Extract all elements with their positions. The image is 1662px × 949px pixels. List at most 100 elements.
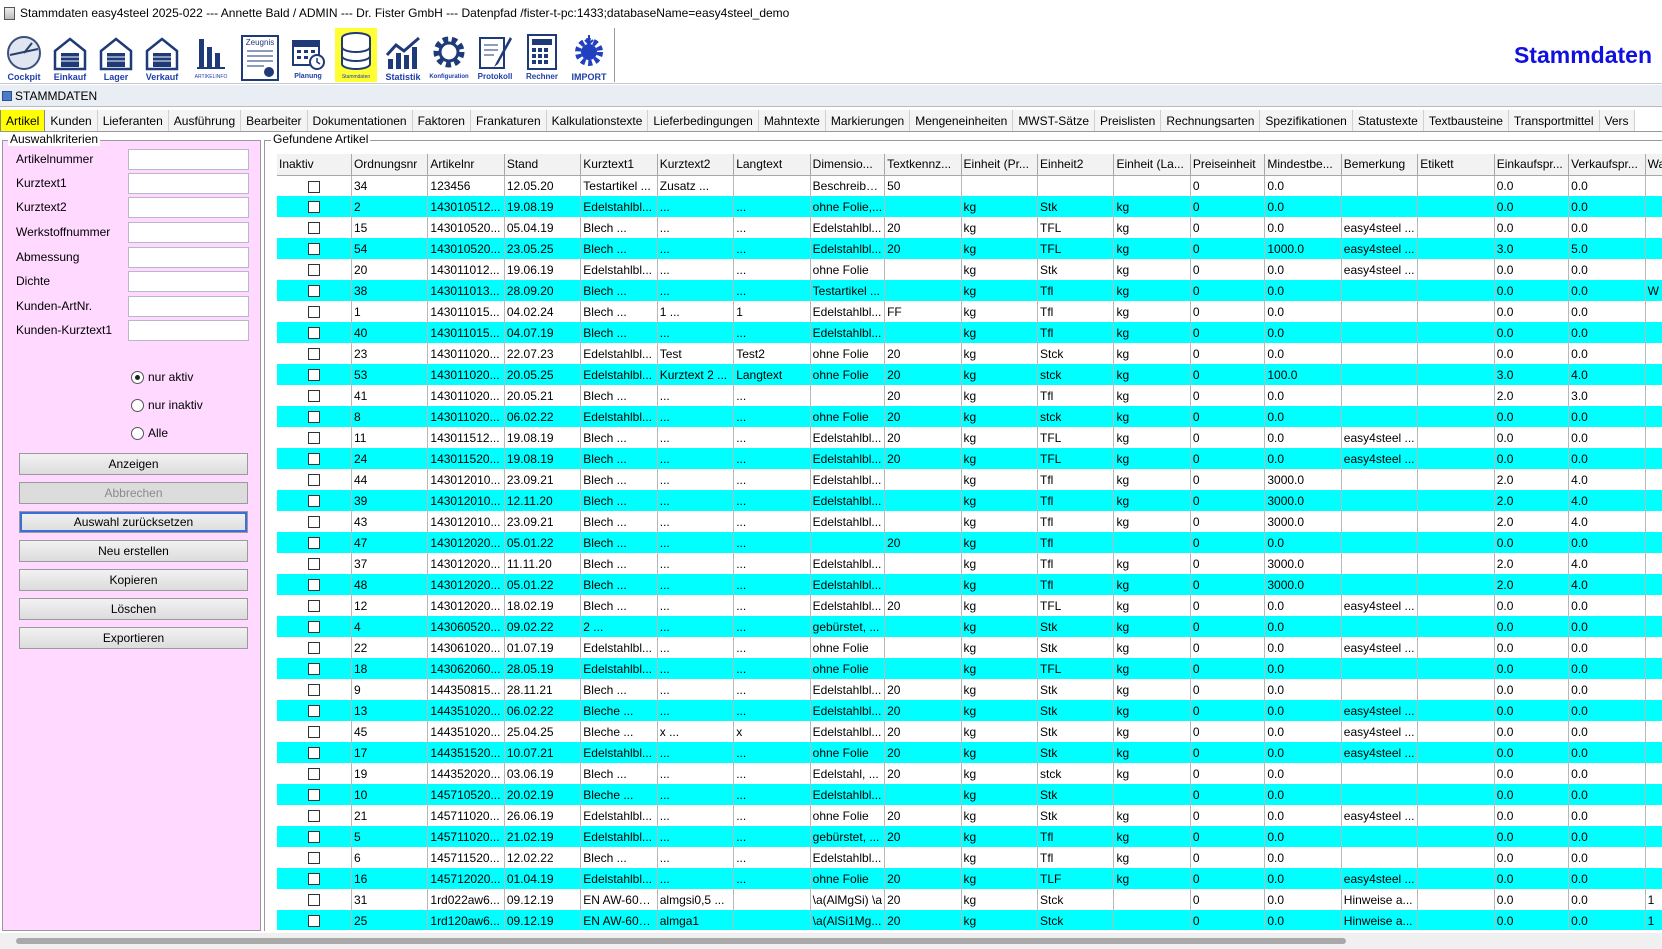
table-row[interactable]: 31 1rd022aw6... 09.12.19 EN AW-606... almgsi… [277, 889, 1662, 910]
table-cell[interactable]: ... [657, 868, 735, 889]
column-header[interactable]: Artikelnr [427, 154, 505, 176]
table-row[interactable]: 17 144351520... 10.07.21 Edelstahlbl.......… [277, 742, 1662, 763]
table-cell[interactable]: 0 [1190, 511, 1266, 532]
inaktiv-cell[interactable] [277, 721, 352, 742]
table-cell[interactable]: easy4steel ... [1341, 259, 1419, 280]
table-cell[interactable]: 0 [1190, 427, 1266, 448]
radio-nur-inaktiv[interactable]: nur inaktiv [131, 396, 203, 414]
inaktiv-cell[interactable] [277, 364, 352, 385]
table-cell[interactable]: 0.0 [1264, 595, 1342, 616]
table-cell[interactable]: easy4steel ... [1341, 427, 1419, 448]
table-cell[interactable]: 54 [351, 238, 429, 259]
table-cell[interactable]: kg [1113, 826, 1191, 847]
table-cell[interactable]: kg [1113, 742, 1191, 763]
table-cell[interactable]: 0.0 [1494, 301, 1570, 322]
table-cell[interactable]: 44 [351, 469, 429, 490]
table-cell[interactable]: Stk [1037, 616, 1115, 637]
radio-nur-aktiv[interactable]: nur aktiv [131, 368, 193, 386]
table-cell[interactable]: Tfl [1037, 553, 1115, 574]
inaktiv-checkbox[interactable] [307, 537, 320, 550]
table-cell[interactable]: 0 [1190, 238, 1266, 259]
table-cell[interactable]: kg [961, 868, 1039, 889]
table-cell[interactable]: 45 [351, 721, 429, 742]
table-row[interactable]: 45 144351020... 25.04.25 Bleche ... x ... x Ed… [277, 721, 1662, 742]
table-cell[interactable]: 19 [351, 763, 429, 784]
column-header[interactable]: Ordnungsnr [351, 154, 429, 176]
table-cell[interactable]: kg [961, 616, 1039, 637]
table-cell[interactable]: kg [1113, 595, 1191, 616]
table-cell[interactable] [1417, 637, 1495, 658]
table-cell[interactable]: TFL [1037, 448, 1115, 469]
table-cell[interactable]: ... [733, 637, 811, 658]
neu-erstellen-button[interactable]: Neu erstellen [19, 540, 248, 562]
toolbar-einkauf[interactable]: Einkauf [49, 28, 91, 82]
table-cell[interactable]: 0.0 [1264, 532, 1342, 553]
table-cell[interactable]: ... [733, 427, 811, 448]
table-cell[interactable]: 3000.0 [1264, 490, 1342, 511]
table-cell[interactable] [1645, 553, 1662, 574]
table-cell[interactable]: ... [657, 196, 735, 217]
column-header[interactable]: Preiseinheit [1190, 154, 1266, 176]
table-cell[interactable]: 20 [884, 385, 962, 406]
table-cell[interactable]: kg [1113, 469, 1191, 490]
table-cell[interactable]: kg [961, 658, 1039, 679]
table-cell[interactable]: 05.04.19 [504, 217, 582, 238]
table-cell[interactable]: Testartikel ... [580, 175, 658, 196]
table-cell[interactable]: W 1 [1645, 280, 1662, 301]
table-row[interactable]: 40 143011015... 04.07.19 Blech ......... Ede… [277, 322, 1662, 343]
table-cell[interactable]: 13 [351, 700, 429, 721]
inaktiv-checkbox[interactable] [307, 726, 320, 739]
toolbar-cockpit[interactable]: Cockpit [3, 28, 45, 82]
table-cell[interactable]: ohne Folie [810, 868, 886, 889]
inaktiv-checkbox[interactable] [307, 831, 320, 844]
table-cell[interactable] [884, 637, 962, 658]
table-cell[interactable]: 0.0 [1494, 448, 1570, 469]
table-cell[interactable]: 0.0 [1264, 175, 1342, 196]
table-cell[interactable]: 0.0 [1568, 805, 1646, 826]
table-cell[interactable]: Tfl [1037, 490, 1115, 511]
table-cell[interactable]: 0.0 [1568, 763, 1646, 784]
table-cell[interactable]: 01.07.19 [504, 637, 582, 658]
table-cell[interactable]: kg [1113, 238, 1191, 259]
table-cell[interactable]: 0.0 [1264, 700, 1342, 721]
table-cell[interactable]: Blech ... [580, 595, 658, 616]
tab-artikel[interactable]: Artikel [0, 110, 46, 131]
table-cell[interactable] [1645, 238, 1662, 259]
table-cell[interactable]: kg [961, 889, 1039, 910]
table-cell[interactable]: ... [657, 679, 735, 700]
table-cell[interactable]: ... [657, 427, 735, 448]
table-cell[interactable]: kg [961, 427, 1039, 448]
table-cell[interactable]: kg [961, 637, 1039, 658]
table-cell[interactable]: 3000.0 [1264, 511, 1342, 532]
inaktiv-checkbox[interactable] [307, 432, 320, 445]
table-cell[interactable] [1113, 889, 1191, 910]
table-cell[interactable]: 0.0 [1494, 805, 1570, 826]
inaktiv-cell[interactable] [277, 658, 352, 679]
table-cell[interactable]: 48 [351, 574, 429, 595]
table-cell[interactable] [1645, 742, 1662, 763]
inaktiv-checkbox[interactable] [307, 453, 320, 466]
table-cell[interactable] [1645, 427, 1662, 448]
table-cell[interactable]: 05.01.22 [504, 532, 582, 553]
table-cell[interactable] [884, 784, 962, 805]
table-row[interactable]: 22 143061020... 01.07.19 Edelstahlbl.......… [277, 637, 1662, 658]
table-cell[interactable]: 0 [1190, 700, 1266, 721]
table-cell[interactable] [1645, 784, 1662, 805]
table-cell[interactable]: stck [1037, 406, 1115, 427]
table-cell[interactable]: 20 [884, 364, 962, 385]
table-cell[interactable]: 4.0 [1568, 469, 1646, 490]
table-cell[interactable]: ... [657, 637, 735, 658]
table-cell[interactable]: 0.0 [1494, 679, 1570, 700]
table-cell[interactable] [1113, 532, 1191, 553]
table-cell[interactable]: kg [961, 721, 1039, 742]
table-cell[interactable] [884, 259, 962, 280]
table-cell[interactable]: 0 [1190, 259, 1266, 280]
table-cell[interactable]: 01.04.19 [504, 868, 582, 889]
table-cell[interactable] [1417, 196, 1495, 217]
inaktiv-checkbox[interactable] [307, 243, 320, 256]
table-cell[interactable]: kg [1113, 259, 1191, 280]
field-input-kunden-artnr-[interactable] [128, 295, 249, 317]
table-cell[interactable]: 144351020... [427, 700, 505, 721]
table-cell[interactable]: 06.02.22 [504, 406, 582, 427]
table-cell[interactable]: 0 [1190, 406, 1266, 427]
